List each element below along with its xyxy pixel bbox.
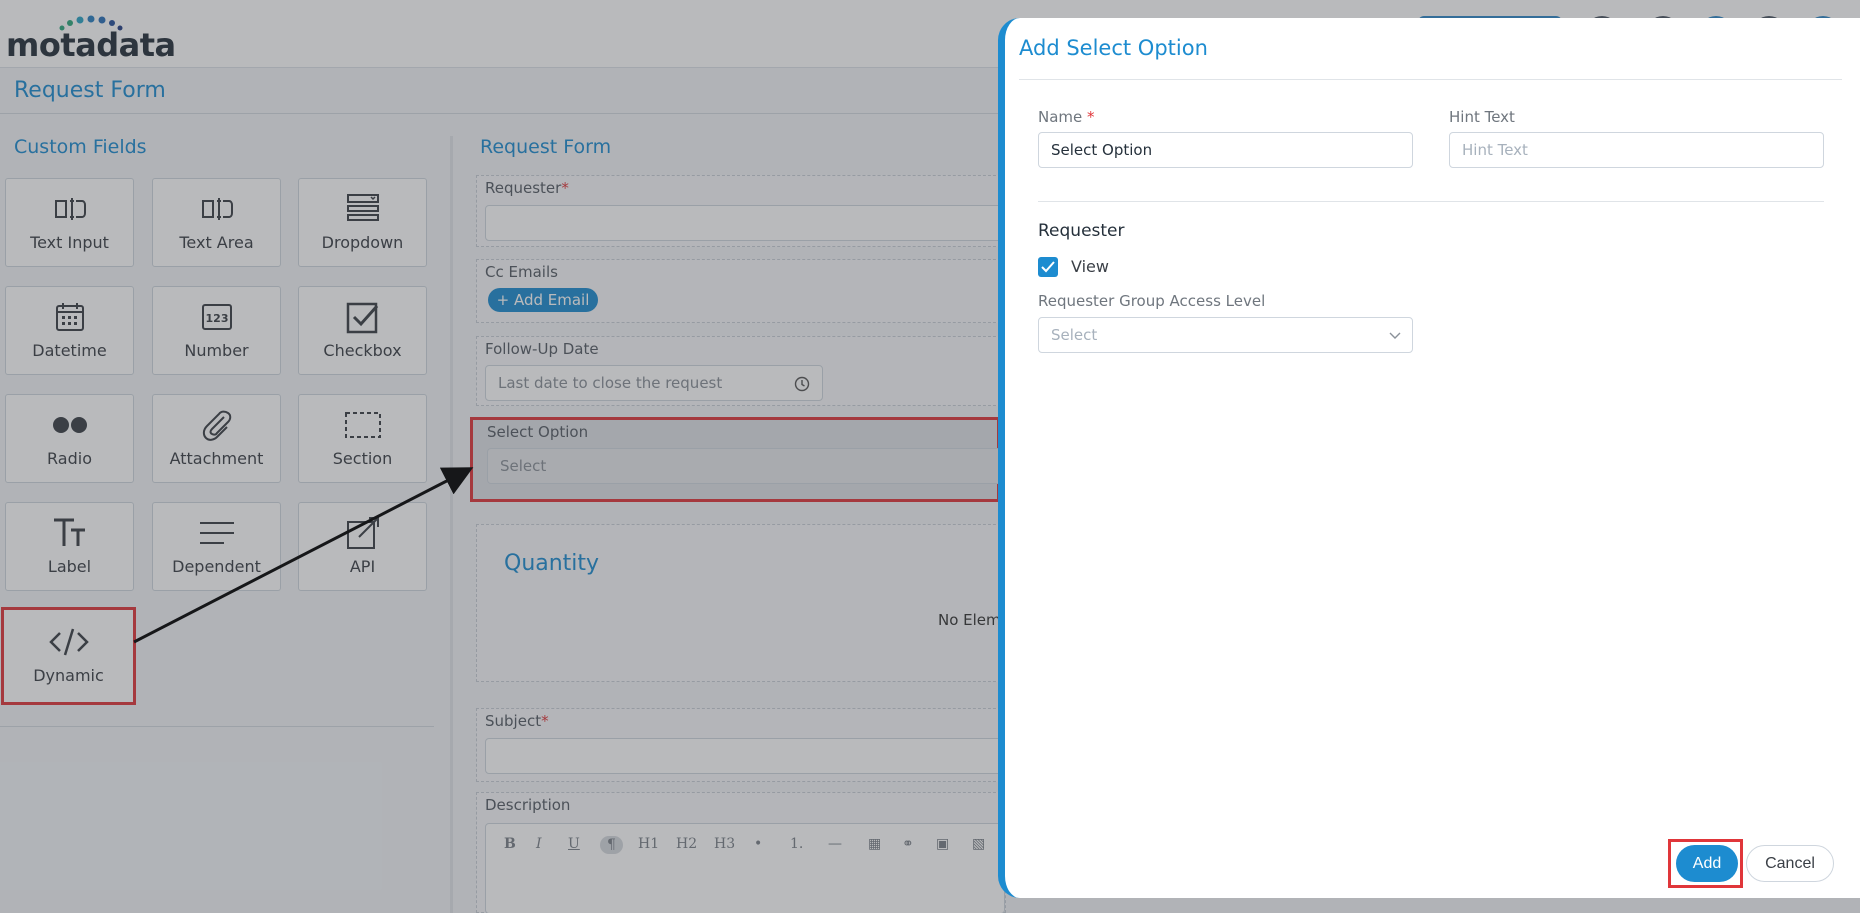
- view-label: View: [1071, 257, 1109, 276]
- dialog-title-divider: [1019, 79, 1842, 80]
- dialog-divider: [1038, 201, 1824, 202]
- access-level-select[interactable]: Select: [1038, 317, 1413, 353]
- name-input[interactable]: Select Option: [1038, 132, 1413, 168]
- name-label: Name *: [1038, 108, 1095, 126]
- hint-text-label: Hint Text: [1449, 108, 1515, 126]
- checkmark-icon: [1041, 261, 1055, 273]
- requester-section-title: Requester: [1038, 221, 1125, 241]
- chevron-down-icon: [1389, 332, 1401, 339]
- cancel-button[interactable]: Cancel: [1746, 845, 1834, 882]
- hint-text-input[interactable]: Hint Text: [1449, 132, 1824, 168]
- dialog-title: Add Select Option: [1019, 36, 1208, 60]
- view-checkbox[interactable]: [1038, 257, 1058, 277]
- add-button[interactable]: Add: [1676, 845, 1738, 882]
- access-level-placeholder: Select: [1051, 326, 1098, 344]
- access-level-label: Requester Group Access Level: [1038, 292, 1266, 310]
